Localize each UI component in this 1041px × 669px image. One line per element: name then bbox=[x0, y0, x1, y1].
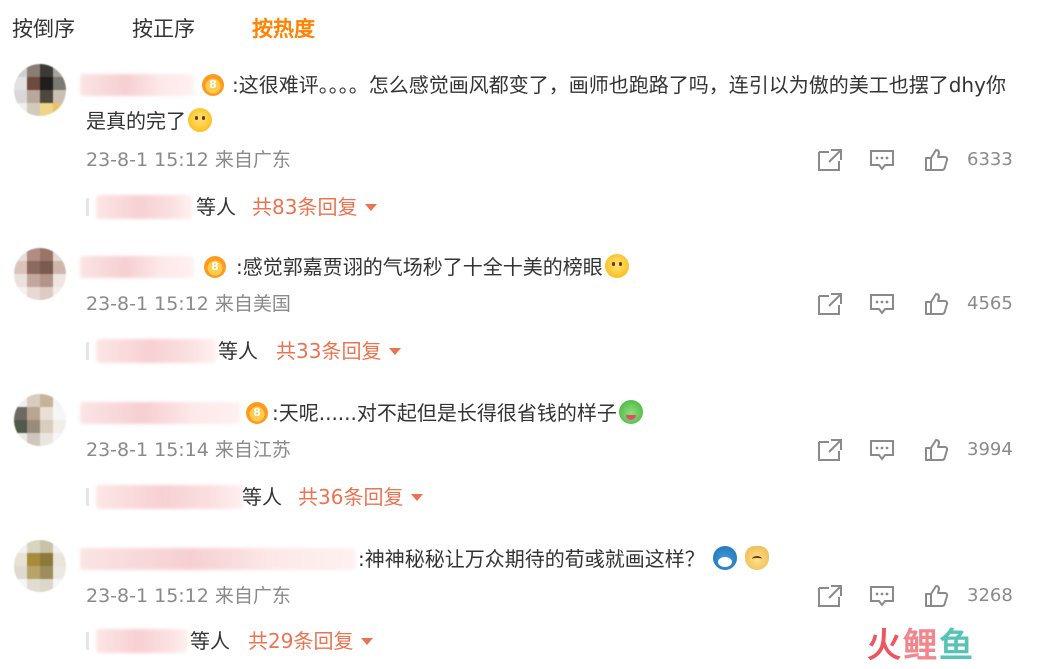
face-emoji-icon bbox=[604, 254, 629, 278]
cat-emoji-icon bbox=[713, 546, 738, 570]
reply-users-blurred[interactable] bbox=[96, 195, 192, 219]
reply-users-blurred[interactable] bbox=[96, 629, 188, 653]
tab-by-hotness[interactable]: 按热度 bbox=[252, 14, 315, 44]
like-icon[interactable] bbox=[923, 584, 949, 608]
reply-total-link[interactable]: 共36条回复 bbox=[298, 482, 424, 512]
reply-suffix: 等人 bbox=[218, 339, 258, 363]
avatar[interactable] bbox=[14, 540, 66, 592]
comment-meta: 23-8-1 15:12 来自广东 bbox=[86, 585, 291, 607]
reply-summary[interactable]: 等人 共83条回复 bbox=[86, 192, 406, 222]
reply-summary[interactable]: 等人 共33条回复 bbox=[86, 336, 426, 366]
reply-suffix: 等人 bbox=[196, 195, 236, 219]
reply-total-link[interactable]: 共33条回复 bbox=[276, 336, 402, 366]
avatar[interactable] bbox=[14, 64, 66, 116]
face-emoji-icon bbox=[188, 108, 212, 132]
comment-icon[interactable] bbox=[869, 148, 895, 172]
comment-meta: 23-8-1 15:12 来自美国 bbox=[86, 293, 291, 315]
share-icon[interactable] bbox=[817, 584, 843, 608]
comment-meta: 23-8-1 15:14 来自江苏 bbox=[86, 439, 291, 461]
reply-total-link[interactable]: 共83条回复 bbox=[252, 192, 378, 222]
reply-suffix: 等人 bbox=[190, 629, 230, 653]
watermark-logo: 火鲤鱼 bbox=[867, 627, 1017, 665]
caret-down-icon bbox=[389, 348, 402, 355]
comment-actions: 3268 bbox=[817, 582, 1013, 610]
like-icon[interactable] bbox=[923, 148, 949, 172]
reply-summary[interactable]: 等人 共36条回复 bbox=[86, 482, 456, 512]
like-count: 6333 bbox=[967, 149, 1013, 170]
comment-icon[interactable] bbox=[869, 292, 895, 316]
comment-actions: 6333 bbox=[817, 146, 1013, 174]
like-icon[interactable] bbox=[923, 438, 949, 462]
reply-divider bbox=[86, 632, 89, 650]
dog-emoji-icon bbox=[745, 546, 770, 570]
comment-text: :感觉郭嘉贾诩的气场秒了十全十美的榜眼 bbox=[86, 249, 1016, 285]
reply-divider bbox=[86, 342, 89, 360]
caret-down-icon bbox=[411, 494, 424, 501]
caret-down-icon bbox=[365, 204, 378, 211]
reply-total-link[interactable]: 共29条回复 bbox=[248, 626, 374, 656]
like-count: 4565 bbox=[967, 293, 1013, 314]
reply-summary[interactable]: 等人 共29条回复 bbox=[86, 626, 406, 656]
avatar[interactable] bbox=[14, 394, 66, 446]
like-count: 3268 bbox=[967, 585, 1013, 606]
caret-down-icon bbox=[361, 638, 374, 645]
comment-text: :天呢......对不起但是长得很省钱的样子 bbox=[86, 395, 1016, 431]
comment-meta: 23-8-1 15:12 来自广东 bbox=[86, 149, 291, 171]
frog-emoji-icon bbox=[618, 400, 643, 424]
like-icon[interactable] bbox=[923, 292, 949, 316]
comment-icon[interactable] bbox=[869, 584, 895, 608]
reply-users-blurred[interactable] bbox=[96, 339, 216, 363]
comment-text: :这很难评。。。。怎么感觉画风都变了，画师也跑路了吗，连引以为傲的美工也摆了dh… bbox=[86, 73, 1006, 133]
share-icon[interactable] bbox=[817, 148, 843, 172]
comment-actions: 3994 bbox=[817, 436, 1013, 464]
like-count: 3994 bbox=[967, 439, 1013, 460]
comment-text: :神神秘秘让万众期待的荀彧就画这样？ bbox=[86, 541, 1016, 577]
comment-actions: 4565 bbox=[817, 290, 1013, 318]
avatar[interactable] bbox=[14, 248, 66, 300]
reply-users-blurred[interactable] bbox=[96, 485, 244, 509]
reply-divider bbox=[86, 198, 89, 216]
reply-divider bbox=[86, 488, 89, 506]
share-icon[interactable] bbox=[817, 292, 843, 316]
reply-suffix: 等人 bbox=[242, 485, 282, 509]
watermark-text: 火鲤鱼 bbox=[867, 626, 975, 666]
comment-icon[interactable] bbox=[869, 438, 895, 462]
tab-normal-order[interactable]: 按正序 bbox=[132, 14, 195, 44]
tab-reverse-order[interactable]: 按倒序 bbox=[12, 14, 75, 44]
share-icon[interactable] bbox=[817, 438, 843, 462]
